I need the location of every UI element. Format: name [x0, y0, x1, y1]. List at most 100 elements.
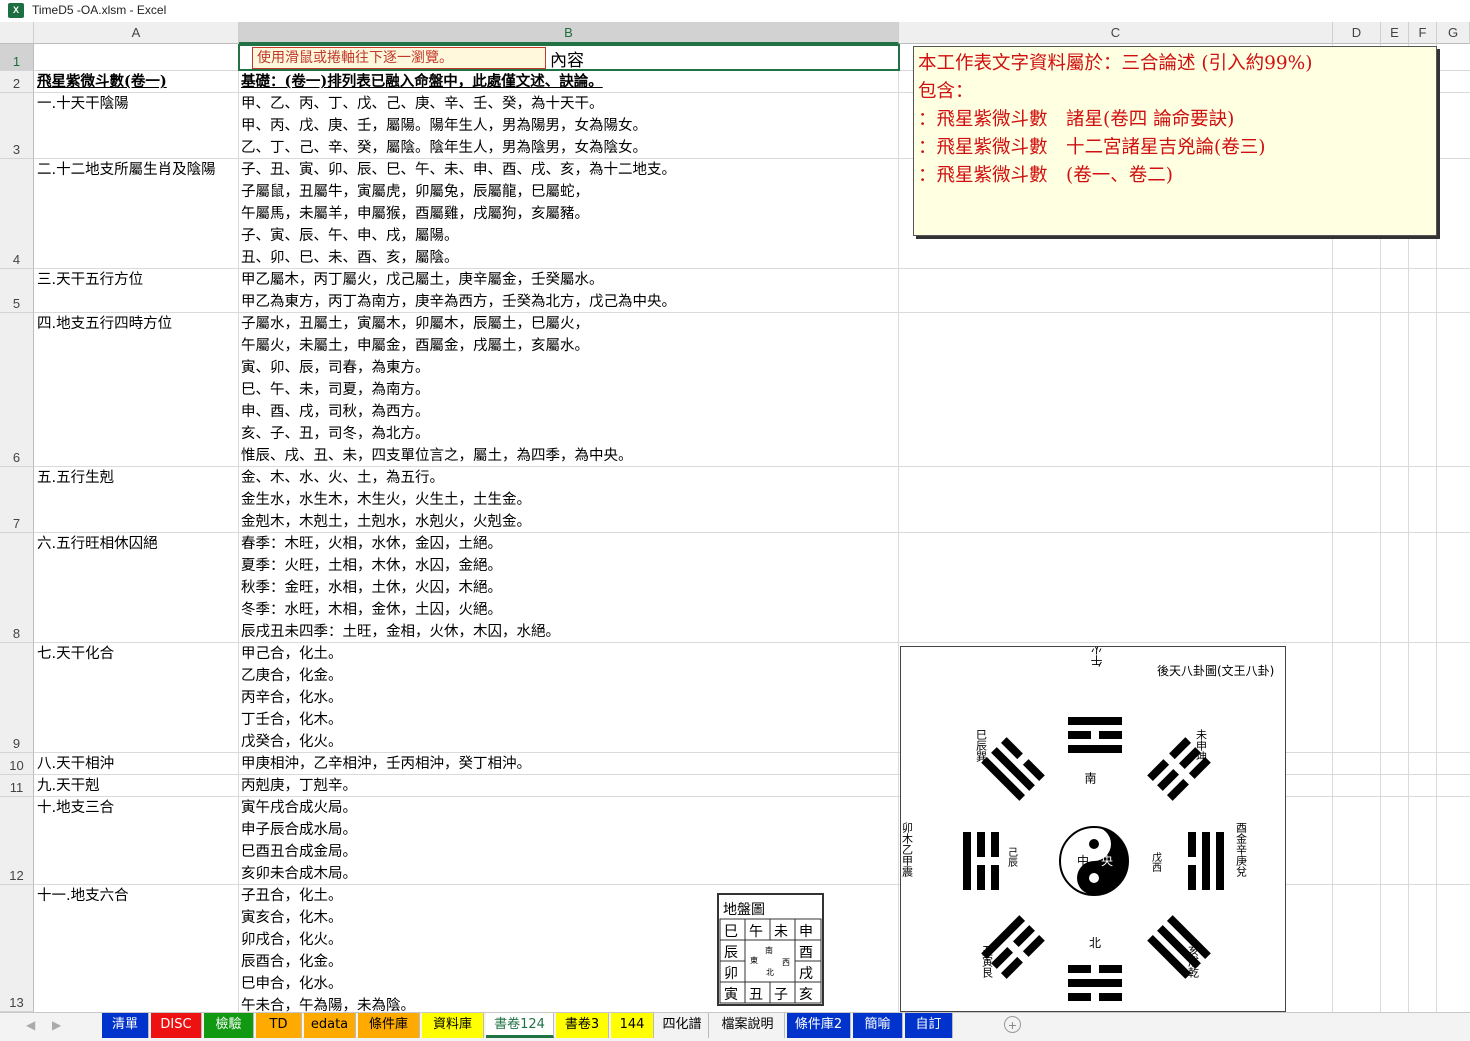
row-header-10[interactable]: 10 — [0, 753, 34, 775]
label-left-inner: 己辰 — [1006, 847, 1018, 868]
row-number: 7 — [12, 516, 21, 531]
cell-a8[interactable]: 六.五行旺相休囚絕 — [37, 533, 237, 555]
sheet-tab[interactable]: 簡喻 — [853, 1013, 903, 1038]
column-header-e[interactable]: E — [1381, 22, 1409, 44]
label-kun: 未申坤 — [1195, 729, 1208, 763]
bagua-title: 後天八卦圖(文王八卦) — [1157, 663, 1274, 678]
dipan-center: 南 — [765, 945, 773, 955]
row-number: 10 — [9, 758, 24, 773]
row-header-5[interactable]: 5 — [0, 269, 34, 313]
column-header-f[interactable]: F — [1409, 22, 1437, 44]
cell-b3[interactable]: 甲、乙、丙、丁、戊、己、庚、辛、壬、癸，為十天干。 甲、丙、戊、庚、壬，屬陽。陽… — [241, 93, 896, 159]
sheet-tab[interactable]: 自訂 — [905, 1013, 953, 1038]
dipan-cell: 巳 — [724, 924, 738, 940]
cell-b10[interactable]: 甲庚相沖，乙辛相沖，壬丙相沖，癸丁相沖。 — [241, 753, 896, 775]
column-header-a[interactable]: A — [34, 22, 239, 44]
note-line: 包含： — [918, 81, 974, 102]
sheet-tab[interactable]: 條件庫2 — [787, 1013, 851, 1038]
label-south: 南 — [1083, 771, 1097, 784]
cell-b2[interactable]: 基礎：(卷一)排列表已融入命盤中，此處僅文述、訣論。 — [241, 71, 896, 93]
gridline — [238, 44, 239, 1012]
sheet-tab[interactable]: 條件庫 — [358, 1013, 420, 1038]
sheet-tab[interactable]: 書卷3 — [556, 1013, 609, 1038]
cell-b7[interactable]: 金、木、水、火、土，為五行。 金生水，水生木，木生火，火生土，土生金。 金剋木，… — [241, 467, 896, 533]
row-number: 3 — [12, 142, 21, 157]
trigram-zhen — [963, 832, 999, 890]
row-header-12[interactable]: 12 — [0, 797, 34, 885]
dipan-cell: 午 — [749, 924, 763, 940]
sheet-tab[interactable]: 檢驗 — [204, 1013, 254, 1038]
dipan-cell: 酉 — [799, 945, 813, 961]
cell-b12[interactable]: 寅午戌合成火局。 申子辰合成水局。 巳酉丑合成金局。 亥卯未合成木局。 — [241, 797, 896, 885]
dipan-cell: 子 — [774, 987, 788, 1003]
dipan-chart-image[interactable]: 地盤圖 巳 午 未 申 辰 卯 酉 戌 寅 丑 子 亥 南 東 西 北 — [717, 893, 824, 1006]
label-xun: 巳辰巽 — [975, 729, 988, 763]
tab-scroll-right-icon[interactable]: ▶ — [52, 1018, 61, 1032]
row-header-3[interactable]: 3 — [0, 93, 34, 159]
row-number: 1 — [12, 54, 21, 69]
dipan-title: 地盤圖 — [723, 902, 765, 918]
row-header-8[interactable]: 8 — [0, 533, 34, 643]
cell-b4[interactable]: 子、丑、寅、卯、辰、巳、午、未、申、酉、戌、亥，為十二地支。 子屬鼠，丑屬牛，寅… — [241, 159, 896, 269]
row-number: 5 — [12, 296, 21, 311]
yin-yang-icon — [1059, 826, 1129, 896]
row-header-13[interactable]: 13 — [0, 885, 34, 1012]
cell-a13[interactable]: 十一.地支六合 — [37, 885, 237, 907]
dipan-center: 西 — [782, 958, 790, 967]
excel-app-icon: X — [8, 3, 24, 18]
trigram-qian — [1147, 915, 1211, 979]
cell-a4[interactable]: 二.十二地支所屬生肖及陰陽 — [37, 159, 237, 181]
row-header-7[interactable]: 7 — [0, 467, 34, 533]
row-number: 11 — [9, 780, 24, 795]
note-line: ：飛星紫微斗數 諸星(卷四 論命要訣) — [918, 109, 1235, 130]
cell-a5[interactable]: 三.天干五行方位 — [37, 269, 237, 291]
cell-a9[interactable]: 七.天干化合 — [37, 643, 237, 665]
sheet-tab[interactable]: 檔案說明 — [711, 1013, 785, 1038]
note-line: ：飛星紫微斗數 (卷一、卷二) — [918, 165, 1173, 186]
column-header-g[interactable]: G — [1437, 22, 1470, 44]
cell-b8[interactable]: 春季：木旺，火相，水休，金囚，土絕。 夏季：火旺，土相，木休，水囚，金絕。 秋季… — [241, 533, 896, 643]
row-header-6[interactable]: 6 — [0, 313, 34, 467]
row-header-2[interactable]: 2 — [0, 71, 34, 93]
cell-a2[interactable]: 飛星紫微斗數(卷一) — [37, 71, 237, 93]
cell-b6[interactable]: 子屬水，丑屬土，寅屬木，卯屬木，辰屬土，巳屬火， 午屬火，未屬土，申屬金，酉屬金… — [241, 313, 896, 467]
column-header-b[interactable]: B — [239, 22, 899, 44]
cell-b11[interactable]: 丙剋庚，丁剋辛。 — [241, 775, 896, 797]
dipan-center: 東 — [750, 955, 758, 965]
column-header-d[interactable]: D — [1333, 22, 1381, 44]
row-header-1[interactable]: 1 — [0, 44, 34, 71]
sheet-tab[interactable]: 四化譜 — [656, 1013, 709, 1038]
label-li: 午火丁離 — [1090, 647, 1104, 667]
label-qian: 亥戌乾 — [1187, 944, 1200, 978]
cell-b9[interactable]: 甲己合，化土。 乙庚合，化金。 丙辛合，化水。 丁壬合，化木。 戊癸合，化火。 — [241, 643, 896, 753]
sheet-tab[interactable]: DISC — [151, 1013, 202, 1038]
sheet-tab[interactable]: 書卷124 — [486, 1013, 554, 1038]
bagua-trigram-image[interactable]: 後天八卦圖(文王八卦) 午火丁離 南 北 卯木乙甲震 己辰 — [900, 619, 1286, 1012]
row-number: 12 — [9, 868, 24, 883]
column-header-c[interactable]: C — [899, 22, 1333, 44]
cell-a12[interactable]: 十.地支三合 — [37, 797, 237, 819]
trigram-kan — [1068, 965, 1122, 1001]
cell-a11[interactable]: 九.天干剋 — [37, 775, 237, 797]
cell-a10[interactable]: 八.天干相沖 — [37, 753, 237, 775]
cell-a3[interactable]: 一.十天干陰陽 — [37, 93, 237, 115]
comment-note[interactable]: 本工作表文字資料屬於：三合論述 (引入約99%) 包含： ：飛星紫微斗數 諸星(… — [913, 46, 1437, 236]
label-right-inner: 戊西 — [1150, 852, 1162, 872]
sheet-tab[interactable]: 清單 — [102, 1013, 149, 1038]
row-header-4[interactable]: 4 — [0, 159, 34, 269]
label-north: 北 — [1089, 936, 1101, 950]
row-number: 4 — [12, 252, 21, 267]
sheet-tab[interactable]: TD — [256, 1013, 302, 1038]
sheet-tab[interactable]: 資料庫 — [422, 1013, 484, 1038]
add-sheet-icon[interactable]: + — [1004, 1016, 1021, 1033]
tab-scroll-left-icon[interactable]: ◀ — [26, 1018, 35, 1032]
row-header-9[interactable]: 9 — [0, 643, 34, 753]
cell-a6[interactable]: 四.地支五行四時方位 — [37, 313, 237, 335]
cell-a7[interactable]: 五.五行生剋 — [37, 467, 237, 489]
cell-b5[interactable]: 甲乙屬木，丙丁屬火，戊己屬土，庚辛屬金，壬癸屬水。 甲乙為東方，丙丁為南方，庚辛… — [241, 269, 896, 313]
row-number: 6 — [12, 450, 21, 465]
sheet-tab[interactable]: edata — [304, 1013, 356, 1038]
row-header-11[interactable]: 11 — [0, 775, 34, 797]
select-all-corner[interactable] — [0, 22, 34, 44]
sheet-tab[interactable]: 144 — [611, 1013, 654, 1038]
